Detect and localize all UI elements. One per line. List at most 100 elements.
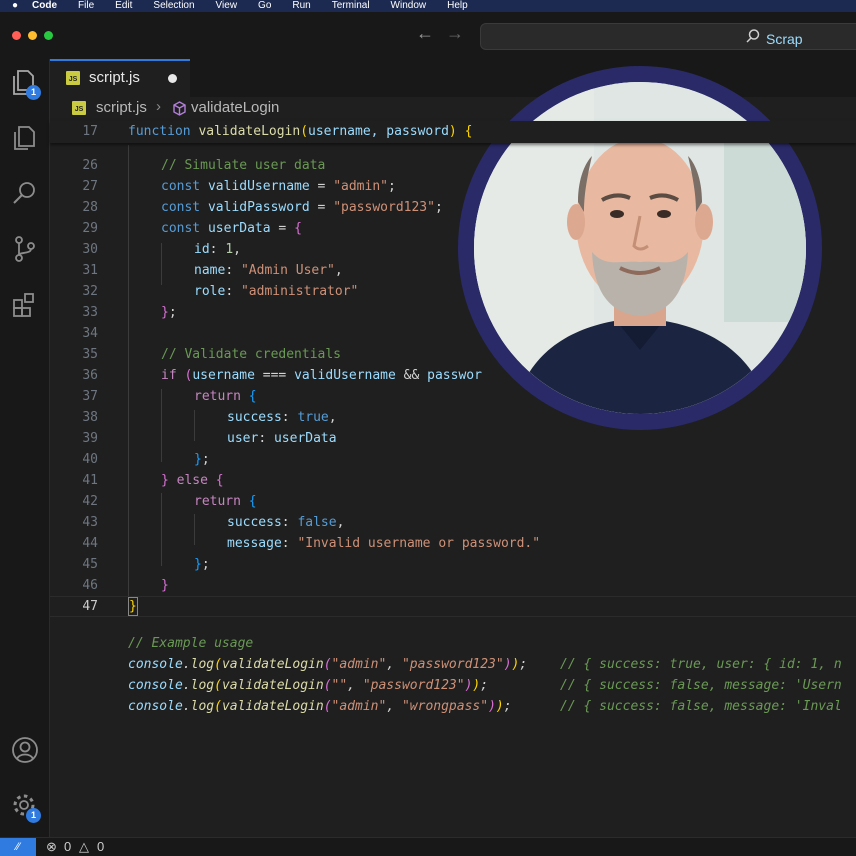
method-symbol-icon bbox=[173, 101, 186, 116]
tab-label: script.js bbox=[89, 69, 140, 86]
code-text: role: "administrator" bbox=[194, 284, 359, 299]
line-number: 40 bbox=[82, 452, 98, 467]
code-line: console.log(validateLogin("", "password1… bbox=[50, 675, 856, 696]
menu-go[interactable]: Go bbox=[258, 0, 271, 12]
code-line: 42 return { bbox=[50, 491, 856, 512]
status-bar: ⁄⁄ ⊗ 0 △ 0 bbox=[0, 837, 856, 856]
code-text: user: userData bbox=[227, 431, 337, 446]
command-center-search[interactable]: Scrap bbox=[480, 23, 856, 50]
warning-count[interactable]: 0 bbox=[97, 839, 104, 854]
menu-help[interactable]: Help bbox=[447, 0, 468, 12]
menu-terminal[interactable]: Terminal bbox=[332, 0, 370, 12]
remote-indicator-icon[interactable]: ⁄⁄ bbox=[0, 838, 36, 856]
line-number: 37 bbox=[82, 389, 98, 404]
close-window-button[interactable] bbox=[12, 31, 21, 40]
zoom-window-button[interactable] bbox=[44, 31, 53, 40]
menu-run[interactable]: Run bbox=[292, 0, 310, 12]
code-text: if (username === validUsername && passwo… bbox=[161, 368, 482, 383]
code-line: 38 success: true, bbox=[50, 407, 856, 428]
code-text: name: "Admin User", bbox=[194, 263, 343, 278]
breadcrumb-file[interactable]: script.js bbox=[96, 99, 147, 116]
line-number: 47 bbox=[82, 599, 98, 614]
line-number: 42 bbox=[82, 494, 98, 509]
menu-app-name[interactable]: Code bbox=[32, 0, 57, 12]
menu-window[interactable]: Window bbox=[391, 0, 427, 12]
search-text: Scrap bbox=[766, 31, 803, 47]
line-number: 38 bbox=[82, 410, 98, 425]
settings-badge: 1 bbox=[26, 808, 41, 823]
sticky-scroll-header[interactable]: 17 function validateLogin(username, pass… bbox=[50, 121, 856, 143]
activity-bar: 1 1 bbox=[0, 59, 50, 837]
code-text: const userData = { bbox=[161, 221, 302, 236]
code-text: } else { bbox=[161, 473, 224, 488]
explorer-icon[interactable]: 1 bbox=[10, 67, 41, 100]
menu-file[interactable]: File bbox=[78, 0, 94, 12]
code-line: 46 } bbox=[50, 575, 856, 596]
code-text: }; bbox=[161, 305, 177, 320]
error-icon[interactable]: ⊗ bbox=[46, 839, 57, 855]
usage-comment: // Example usage bbox=[128, 636, 254, 651]
sticky-code-line: function validateLogin(username, passwor… bbox=[128, 124, 473, 139]
usage-result-comment: // { success: false, message: 'Usern bbox=[560, 678, 842, 693]
breadcrumb-symbol[interactable]: validateLogin bbox=[191, 99, 279, 116]
line-number: 46 bbox=[82, 578, 98, 593]
line-number: 45 bbox=[82, 557, 98, 572]
code-line: 45 }; bbox=[50, 554, 856, 575]
code-text: success: true, bbox=[227, 410, 337, 425]
line-number: 44 bbox=[82, 536, 98, 551]
back-arrow-icon[interactable]: ← bbox=[416, 23, 434, 44]
code-text: const validPassword = "password123"; bbox=[161, 200, 443, 215]
usage-result-comment: // { success: true, user: { id: 1, n bbox=[560, 657, 842, 672]
account-icon[interactable] bbox=[10, 735, 40, 765]
usage-call: console.log(validateLogin("admin", "wron… bbox=[128, 699, 512, 714]
tab-script-js[interactable]: JS script.js bbox=[50, 59, 190, 97]
forward-arrow-icon[interactable]: → bbox=[446, 23, 464, 44]
code-text: message: "Invalid username or password." bbox=[227, 536, 541, 551]
line-number: 33 bbox=[82, 305, 98, 320]
code-line: console.log(validateLogin("admin", "wron… bbox=[50, 696, 856, 717]
code-text: success: false, bbox=[227, 515, 345, 530]
search-icon bbox=[746, 29, 760, 43]
apple-logo-icon[interactable]: ● bbox=[12, 0, 18, 12]
code-line: 43 success: false, bbox=[50, 512, 856, 533]
line-number: 32 bbox=[82, 284, 98, 299]
line-number: 17 bbox=[82, 124, 98, 139]
code-text: } bbox=[161, 578, 169, 593]
line-number: 27 bbox=[82, 179, 98, 194]
menu-view[interactable]: View bbox=[216, 0, 238, 12]
menu-edit[interactable]: Edit bbox=[115, 0, 132, 12]
unsaved-dot-icon[interactable] bbox=[168, 74, 177, 83]
code-text: }; bbox=[194, 452, 210, 467]
menu-selection[interactable]: Selection bbox=[153, 0, 194, 12]
line-number: 30 bbox=[82, 242, 98, 257]
files-icon[interactable] bbox=[10, 123, 40, 153]
title-bar: ← → Scrap bbox=[0, 12, 856, 59]
line-number: 28 bbox=[82, 200, 98, 215]
line-number: 35 bbox=[82, 347, 98, 362]
line-number: 39 bbox=[82, 431, 98, 446]
line-number: 36 bbox=[82, 368, 98, 383]
usage-result-comment: // { success: false, message: 'Inval bbox=[560, 699, 842, 714]
minimize-window-button[interactable] bbox=[28, 31, 37, 40]
line-number: 29 bbox=[82, 221, 98, 236]
source-control-icon[interactable] bbox=[10, 234, 40, 264]
javascript-file-icon: JS bbox=[72, 101, 86, 115]
error-count[interactable]: 0 bbox=[64, 839, 71, 854]
code-line: 44 message: "Invalid username or passwor… bbox=[50, 533, 856, 554]
macos-menubar: ● Code File Edit Selection View Go Run T… bbox=[0, 0, 856, 12]
code-line: console.log(validateLogin("admin", "pass… bbox=[50, 654, 856, 675]
code-line: 40 }; bbox=[50, 449, 856, 470]
warning-icon[interactable]: △ bbox=[79, 839, 89, 855]
javascript-file-icon: JS bbox=[66, 71, 80, 85]
code-text: return { bbox=[194, 389, 257, 404]
chevron-right-icon: › bbox=[156, 98, 161, 115]
code-line: 41 } else { bbox=[50, 470, 856, 491]
code-text: const validUsername = "admin"; bbox=[161, 179, 396, 194]
extensions-icon[interactable] bbox=[10, 290, 40, 320]
settings-gear-icon[interactable]: 1 bbox=[10, 791, 41, 823]
line-number: 31 bbox=[82, 263, 98, 278]
line-number: 43 bbox=[82, 515, 98, 530]
search-icon[interactable] bbox=[10, 178, 40, 208]
usage-call: console.log(validateLogin("admin", "pass… bbox=[128, 657, 528, 672]
explorer-badge: 1 bbox=[26, 85, 41, 100]
